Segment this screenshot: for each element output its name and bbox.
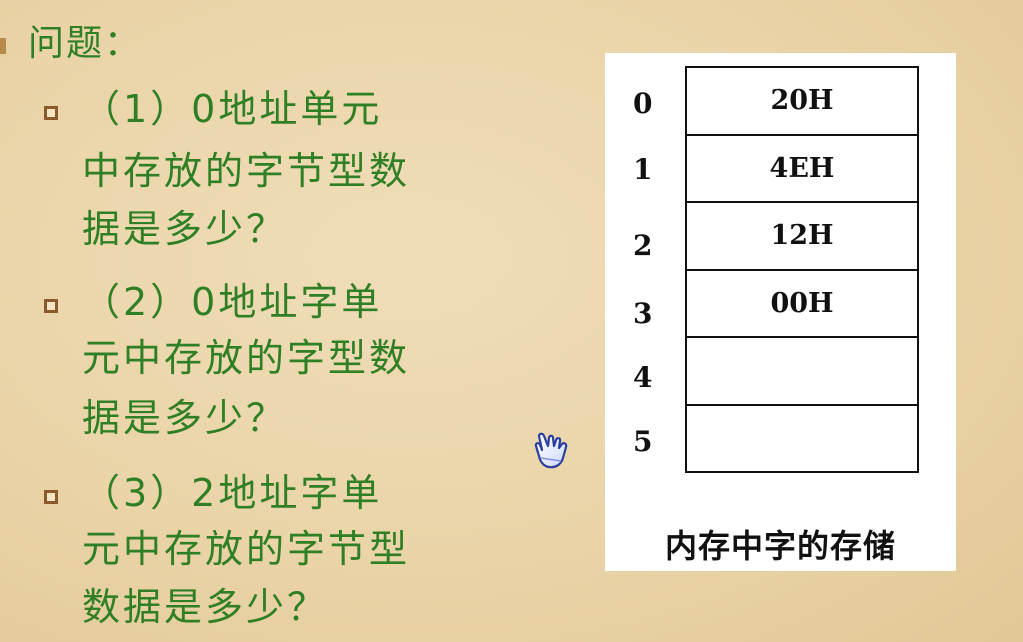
memory-cell-0: 20H xyxy=(687,68,917,136)
memory-cell-4 xyxy=(687,338,917,406)
question-1-line-1: （1）0地址单元 xyxy=(82,87,383,131)
address-label-0: 0 xyxy=(633,87,653,120)
memory-cell-3: 00H xyxy=(687,271,917,338)
slide-heading: 问题： xyxy=(28,23,143,64)
question-2-line-3: 据是多少？ xyxy=(82,396,288,440)
memory-diagram-caption: 内存中字的存储 xyxy=(664,527,896,565)
memory-cell-2: 12H xyxy=(687,203,917,271)
square-bullet-icon xyxy=(44,490,58,504)
slide-edge-marker xyxy=(0,38,6,54)
memory-cell-1: 4EH xyxy=(687,136,917,203)
address-label-1: 1 xyxy=(633,153,653,186)
address-label-3: 3 xyxy=(633,297,653,330)
question-1-line-3: 据是多少？ xyxy=(82,207,288,251)
address-label-4: 4 xyxy=(633,361,653,394)
question-3-line-1: （3）2地址字单 xyxy=(82,471,383,515)
question-1-line-2: 中存放的字节型数 xyxy=(82,149,411,193)
square-bullet-icon xyxy=(44,106,58,120)
question-2-line-2: 元中存放的字型数 xyxy=(82,336,411,380)
address-label-5: 5 xyxy=(633,425,653,458)
square-bullet-icon xyxy=(44,299,58,313)
question-3-line-2: 元中存放的字节型 xyxy=(82,527,411,571)
memory-cell-5 xyxy=(687,406,917,473)
address-label-2: 2 xyxy=(633,229,653,262)
hand-pointer-icon xyxy=(534,432,568,469)
memory-table: 20H 4EH 12H 00H xyxy=(685,66,919,473)
question-2-line-1: （2）0地址字单 xyxy=(82,280,383,324)
question-3-line-3: 数据是多少？ xyxy=(82,585,329,629)
memory-diagram-panel: 0 1 2 3 4 5 20H 4EH 12H 00H 内存中字的存储 xyxy=(605,53,956,571)
